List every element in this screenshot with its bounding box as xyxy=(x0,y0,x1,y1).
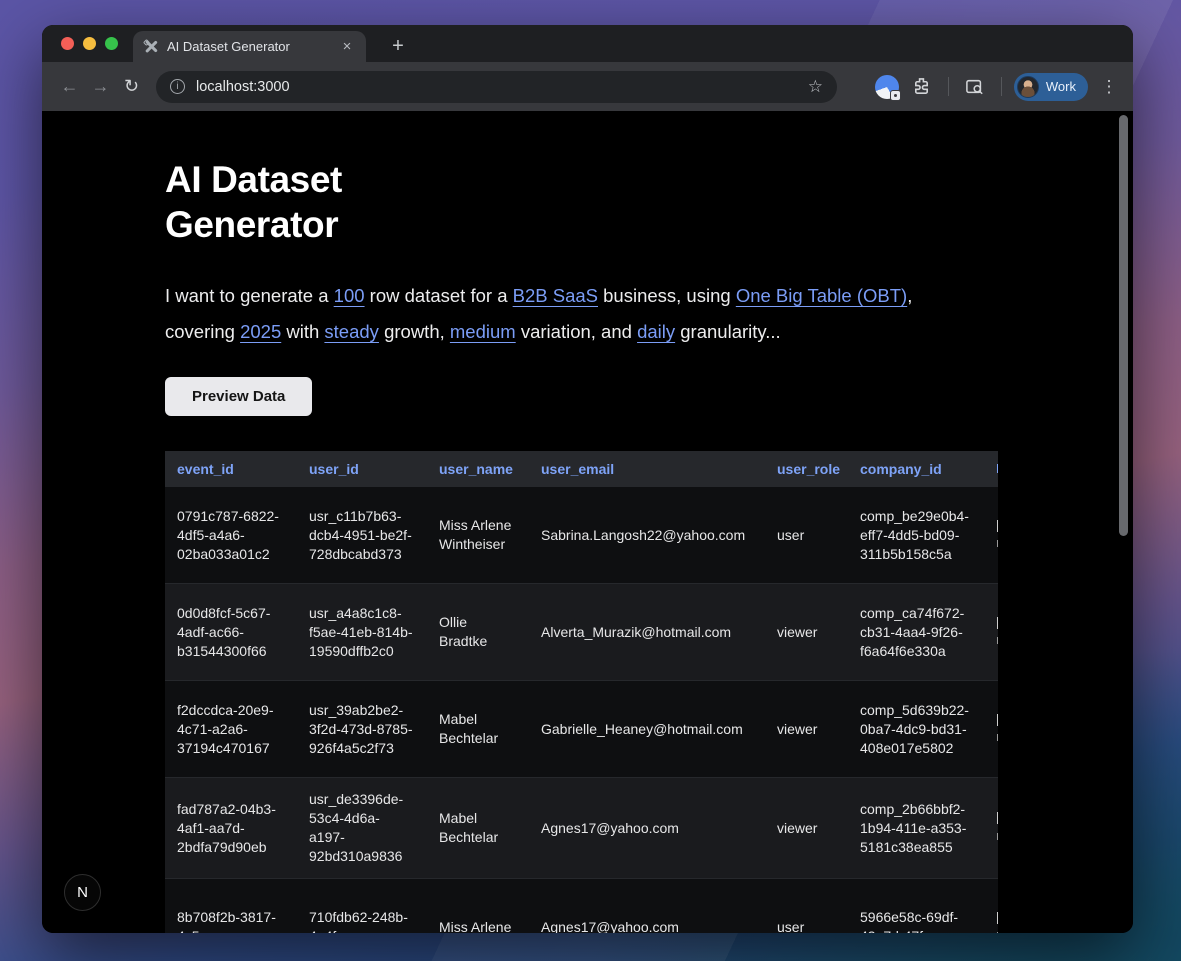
toolbar-divider xyxy=(1001,77,1002,96)
prompt-text: growth, xyxy=(379,321,450,342)
prompt-token-link[interactable]: One Big Table (OBT) xyxy=(736,285,907,306)
prompt-token-link[interactable]: 2025 xyxy=(240,321,281,342)
dataset-table: event_iduser_iduser_nameuser_emailuser_r… xyxy=(165,451,998,933)
clipped-column-fragment xyxy=(997,879,998,933)
profile-chip[interactable]: Work xyxy=(1014,73,1088,101)
table-cell: Agnes17@yahoo.com xyxy=(529,906,765,934)
table-cell: viewer xyxy=(765,611,848,654)
table-cell: Alverta_Murazik@hotmail.com xyxy=(529,611,765,654)
clipped-column-fragment xyxy=(997,487,998,583)
preview-data-button[interactable]: Preview Data xyxy=(165,377,312,416)
table-row: 8b708f2b-3817-4c5a-710fdb62-248b-4a4f-Mi… xyxy=(165,878,998,933)
table-cell: comp_5d639b22-0ba7-4dc9-bd31-408e017e580… xyxy=(848,689,997,770)
table-cell: 710fdb62-248b-4a4f- xyxy=(297,896,427,933)
clipped-column-fragment xyxy=(997,584,998,680)
table-cell: user xyxy=(765,514,848,557)
table-cell: Mabel Bechtelar xyxy=(427,698,529,760)
close-tab-icon[interactable]: × xyxy=(338,38,356,56)
prompt-text: row dataset for a xyxy=(365,285,513,306)
prompt-token-link[interactable]: daily xyxy=(637,321,675,342)
page-viewport: AI Dataset Generator I want to generate … xyxy=(42,111,1133,933)
back-icon[interactable]: ← xyxy=(54,71,85,102)
column-header: user_id xyxy=(297,461,427,477)
tab-title: AI Dataset Generator xyxy=(167,39,329,54)
tab-strip: AI Dataset Generator × + xyxy=(42,25,1133,62)
table-cell: Agnes17@yahoo.com xyxy=(529,807,765,850)
table-cell: comp_be29e0b4-eff7-4dd5-bd09-311b5b158c5… xyxy=(848,495,997,576)
browser-toolbar: ← → ↻ i localhost:3000 ☆ xyxy=(42,62,1133,111)
zoom-window-button[interactable] xyxy=(105,37,118,50)
page-title: AI Dataset Generator xyxy=(165,157,475,247)
prompt-token-link[interactable]: B2B SaaS xyxy=(513,285,598,306)
profile-avatar xyxy=(1017,76,1039,98)
profile-name: Work xyxy=(1046,79,1076,94)
table-header-row: event_iduser_iduser_nameuser_emailuser_r… xyxy=(165,451,998,486)
table-cell: 0791c787-6822-4df5-a4a6-02ba033a01c2 xyxy=(165,495,297,576)
prompt-token-link[interactable]: medium xyxy=(450,321,516,342)
table-body: 0791c787-6822-4df5-a4a6-02ba033a01c2usr_… xyxy=(165,486,998,933)
table-cell: Gabrielle_Heaney@hotmail.com xyxy=(529,708,765,751)
table-cell: viewer xyxy=(765,708,848,751)
forward-icon[interactable]: → xyxy=(85,71,116,102)
table-cell: f2dccdca-20e9-4c71-a2a6-37194c470167 xyxy=(165,689,297,770)
extensions-puzzle-icon[interactable] xyxy=(908,73,936,101)
table-cell: usr_c11b7b63-dcb4-4951-be2f-728dbcabd373 xyxy=(297,495,427,576)
prompt-text: with xyxy=(281,321,324,342)
column-header: company_id xyxy=(848,461,997,477)
clipped-column-fragment xyxy=(997,681,998,777)
password-manager-icon[interactable] xyxy=(875,75,899,99)
browser-window: AI Dataset Generator × + ← → ↻ i localho… xyxy=(42,25,1133,933)
prompt-text: granularity... xyxy=(675,321,781,342)
column-header: user_email xyxy=(529,461,765,477)
table-cell: Mabel Bechtelar xyxy=(427,797,529,859)
table-cell: user xyxy=(765,906,848,934)
minimize-window-button[interactable] xyxy=(83,37,96,50)
table-cell: 0d0d8fcf-5c67-4adf-ac66-b31544300f66 xyxy=(165,592,297,673)
table-cell: usr_39ab2be2-3f2d-473d-8785-926f4a5c2f73 xyxy=(297,689,427,770)
page-scrollbar[interactable] xyxy=(1119,115,1128,536)
table-cell: Miss Arlene xyxy=(427,906,529,934)
column-header: event_id xyxy=(165,461,297,477)
close-window-button[interactable] xyxy=(61,37,74,50)
table-cell: 5966e58c-69df-43a7-b47f xyxy=(848,896,997,933)
prompt-text: I want to generate a xyxy=(165,285,334,306)
table-cell: Ollie Bradtke xyxy=(427,601,529,663)
prompt-token-link[interactable]: 100 xyxy=(334,285,365,306)
clipped-column-fragment xyxy=(997,451,998,486)
table-cell: comp_ca74f672-cb31-4aa4-9f26-f6a64f6e330… xyxy=(848,592,997,673)
toolbar-divider xyxy=(948,77,949,96)
toolbar-right-icons: Work ⋮ xyxy=(875,73,1121,101)
browser-tab[interactable]: AI Dataset Generator × xyxy=(133,31,366,62)
table-row: 0d0d8fcf-5c67-4adf-ac66-b31544300f66usr_… xyxy=(165,583,998,680)
prompt-token-link[interactable]: steady xyxy=(324,321,379,342)
table-cell: fad787a2-04b3-4af1-aa7d-2bdfa79d90eb xyxy=(165,788,297,869)
prompt-text: business, using xyxy=(598,285,736,306)
browser-menu-icon[interactable]: ⋮ xyxy=(1097,77,1121,97)
column-header: user_name xyxy=(427,461,529,477)
table-cell: viewer xyxy=(765,807,848,850)
reload-icon[interactable]: ↻ xyxy=(116,71,147,102)
address-bar[interactable]: i localhost:3000 ☆ xyxy=(156,71,837,103)
tab-search-icon[interactable] xyxy=(961,73,989,101)
new-tab-button[interactable]: + xyxy=(384,32,412,60)
table-row: f2dccdca-20e9-4c71-a2a6-37194c470167usr_… xyxy=(165,680,998,777)
table-cell: Sabrina.Langosh22@yahoo.com xyxy=(529,514,765,557)
table-cell: comp_2b66bbf2-1b94-411e-a353-5181c38ea85… xyxy=(848,788,997,869)
bookmark-star-icon[interactable]: ☆ xyxy=(808,77,823,97)
table-row: fad787a2-04b3-4af1-aa7d-2bdfa79d90ebusr_… xyxy=(165,777,998,878)
column-header: user_role xyxy=(765,461,848,477)
site-info-icon[interactable]: i xyxy=(170,79,185,94)
table-cell: 8b708f2b-3817-4c5a- xyxy=(165,896,297,933)
table-cell: usr_a4a8c1c8-f5ae-41eb-814b-19590dffb2c0 xyxy=(297,592,427,673)
table-cell: usr_de3396de-53c4-4d6a-a197-92bd310a9836 xyxy=(297,778,427,878)
hammer-wrench-favicon-icon xyxy=(143,39,158,54)
window-controls xyxy=(61,37,118,50)
clipped-column-fragment xyxy=(997,778,998,878)
table-row: 0791c787-6822-4df5-a4a6-02ba033a01c2usr_… xyxy=(165,486,998,583)
nextjs-devtools-badge[interactable]: N xyxy=(64,874,101,911)
table-cell: Miss Arlene Wintheiser xyxy=(427,504,529,566)
prompt-text: variation, and xyxy=(516,321,637,342)
url-text[interactable]: localhost:3000 xyxy=(196,79,797,95)
prompt-sentence: I want to generate a 100 row dataset for… xyxy=(165,278,955,350)
